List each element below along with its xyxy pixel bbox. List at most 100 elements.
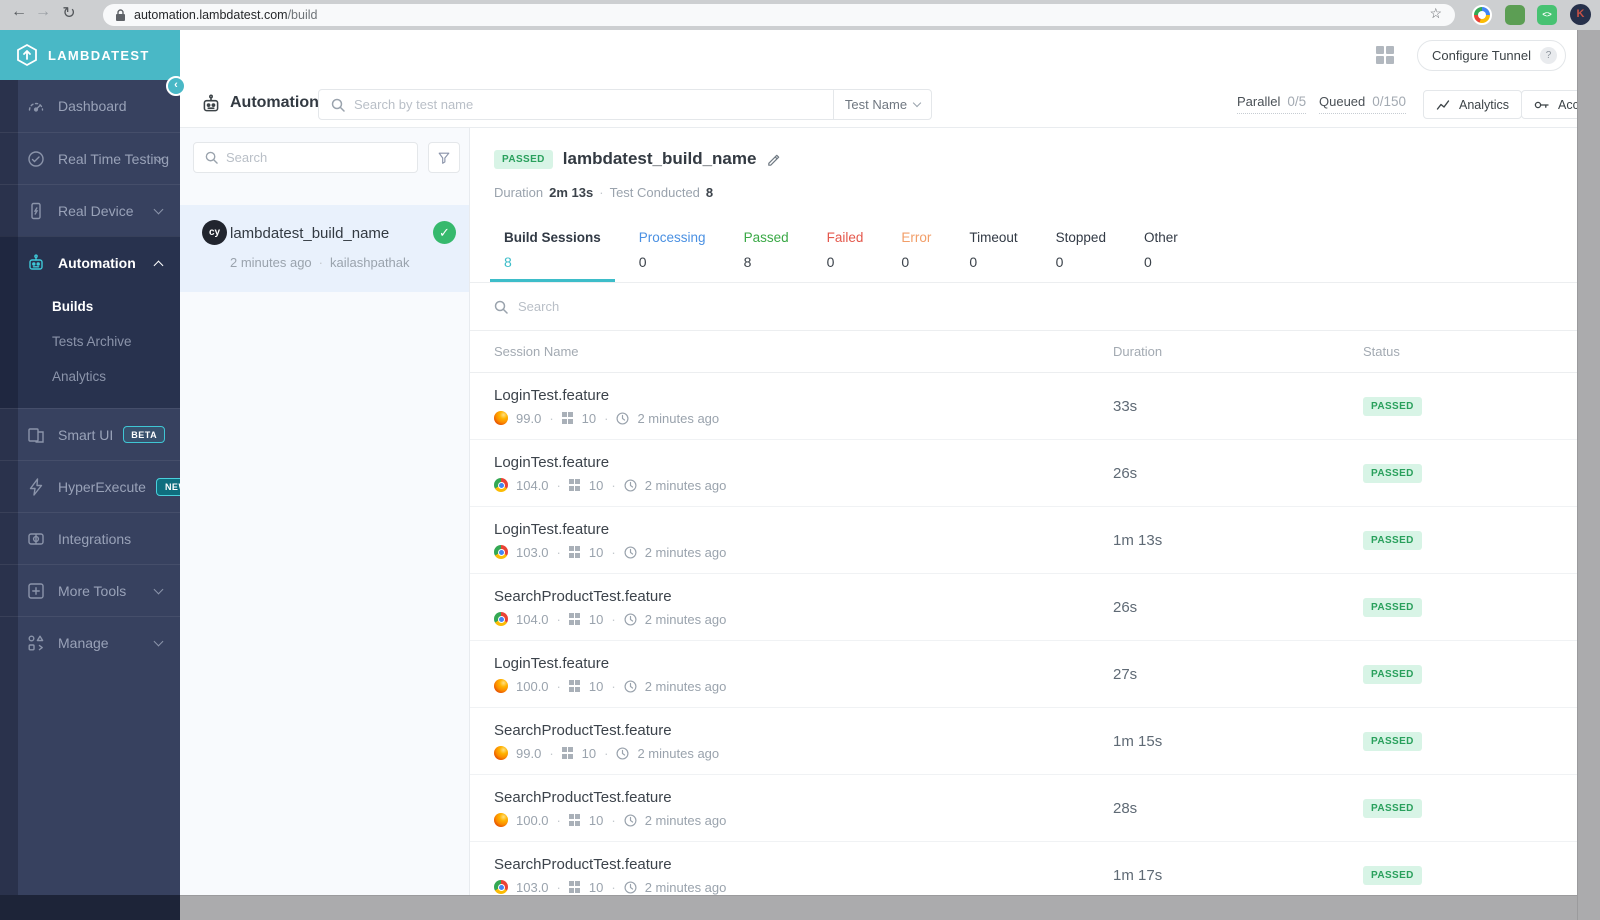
tab-stopped[interactable]: Stopped 0 [1042,222,1120,282]
clock-icon [624,478,637,492]
browser-version: 100.0 [516,678,549,694]
automation-robot-icon [200,93,222,115]
status-badge: PASSED [1363,732,1422,751]
browser-forward-icon[interactable]: → [32,3,54,21]
extension-gauge-icon[interactable] [1472,5,1492,25]
sidebar-item-hyperexecute[interactable]: HyperExecute NEW [0,460,180,512]
table-row[interactable]: SearchProductTest.feature 99.0 10 2 minu… [470,708,1577,775]
chevron-down-icon [912,98,922,108]
tab-other[interactable]: Other 0 [1130,222,1192,282]
sidebar-item-smart-ui[interactable]: Smart UI BETA [0,408,180,460]
table-row[interactable]: SearchProductTest.feature 103.0 10 2 min… [470,842,1577,895]
windows-icon [561,412,574,424]
url-bar[interactable]: automation.lambdatest.com/build [103,4,1455,26]
build-list-panel: cy lambdatest_build_name 2 minutes ago k… [180,128,470,895]
status-badge: PASSED [1363,799,1422,818]
sidebar-item-real-device[interactable]: Real Device [0,184,180,236]
session-table: LoginTest.feature 99.0 10 2 minutes ago … [470,373,1577,895]
table-row[interactable]: SearchProductTest.feature 104.0 10 2 min… [470,574,1577,641]
table-row[interactable]: SearchProductTest.feature 100.0 10 2 min… [470,775,1577,842]
table-row[interactable]: LoginTest.feature 99.0 10 2 minutes ago … [470,373,1577,440]
clock-icon [624,679,637,693]
sidebar-item-builds[interactable]: Builds [0,289,180,324]
filter-button[interactable] [428,142,460,173]
tab-build-sessions[interactable]: Build Sessions 8 [490,222,615,282]
bookmark-star-icon[interactable]: ☆ [1429,5,1442,22]
tab-passed[interactable]: Passed 8 [730,222,803,282]
chevron-down-icon [153,636,164,647]
clock-icon [624,545,637,559]
sidebar-item-real-time-testing[interactable]: Real Time Testing [0,132,180,184]
session-search-input[interactable] [518,299,1577,314]
session-duration: 26s [1113,464,1138,482]
table-row[interactable]: LoginTest.feature 103.0 10 2 minutes ago… [470,507,1577,574]
browser-icon [494,478,508,492]
extension-code-icon[interactable]: <> [1537,5,1557,25]
windows-icon [568,546,581,558]
os-version: 10 [588,678,604,694]
tab-error[interactable]: Error 0 [887,222,945,282]
session-meta: 99.0 10 2 minutes ago [494,746,1113,761]
sidebar-item-more-tools[interactable]: More Tools [0,564,180,616]
windows-icon [568,479,581,491]
key-icon [1534,101,1549,108]
session-search-box [470,283,1577,331]
queued-stat: Queued 0/150 [1319,94,1407,114]
table-row[interactable]: LoginTest.feature 104.0 10 2 minutes ago… [470,440,1577,507]
vertical-scrollbar[interactable] [1577,30,1600,920]
tab-failed[interactable]: Failed 0 [813,222,878,282]
browser-profile-avatar[interactable]: K [1570,4,1591,25]
table-row[interactable]: LoginTest.feature 100.0 10 2 minutes ago… [470,641,1577,708]
browser-icon [494,880,508,894]
extension-icon[interactable] [1505,5,1525,25]
browser-icon [494,813,508,827]
search-scope-select[interactable]: Test Name [833,90,931,119]
session-name: LoginTest.feature [494,654,610,672]
os-version: 10 [588,879,604,895]
status-badge: PASSED [1363,531,1422,550]
build-summary: Duration 2m 13s Test Conducted 8 [494,185,713,200]
browser-version: 99.0 [516,410,542,426]
tab-timeout[interactable]: Timeout 0 [955,222,1031,282]
horizontal-scrollbar[interactable] [180,895,1600,920]
windows-icon [568,814,581,826]
browser-icon [494,746,508,760]
status-badge: PASSED [1363,598,1422,617]
help-icon[interactable]: ? [1540,47,1558,64]
sidebar-item-manage[interactable]: Manage [0,616,180,668]
sidebar-item-automation[interactable]: Automation [0,237,180,289]
edit-pencil-icon[interactable] [766,153,781,168]
apps-grid-icon[interactable] [1376,46,1394,64]
status-badge: PASSED [1363,464,1422,483]
session-name: LoginTest.feature [494,386,610,404]
test-search-input[interactable] [354,97,833,112]
clock-icon [624,813,637,827]
session-name: LoginTest.feature [494,453,610,471]
build-search-input[interactable] [226,150,417,165]
windows-icon [568,613,581,625]
search-icon [494,300,508,314]
sidebar-footer [0,895,180,920]
tab-processing[interactable]: Processing 0 [625,222,720,282]
session-name: SearchProductTest.feature [494,788,672,806]
brand-block: LAMBDATEST [0,30,180,80]
windows-icon [561,747,574,759]
smart-ui-icon [26,425,46,445]
sidebar-item-tests-archive[interactable]: Tests Archive [0,324,180,359]
browser-reload-icon[interactable]: ↻ [58,3,80,23]
build-list-item[interactable]: cy lambdatest_build_name 2 minutes ago k… [180,205,469,292]
sidebar-collapse-button[interactable]: ‹ [166,76,186,96]
sidebar-item-integrations[interactable]: Integrations [0,512,180,564]
test-search-box: Test Name [318,89,932,120]
sidebar-item-dashboard[interactable]: Dashboard [0,80,180,132]
browser-back-icon[interactable]: ← [8,3,30,21]
cypress-avatar: cy [202,220,227,245]
session-meta: 103.0 10 2 minutes ago [494,545,1113,560]
url-domain: automation.lambdatest.com [134,8,288,22]
browser-version: 104.0 [516,611,549,627]
configure-tunnel-button[interactable]: Configure Tunnel ? [1417,40,1567,71]
analytics-button[interactable]: Analytics [1423,90,1523,119]
sidebar-group-automation: Automation Builds Tests Archive Analytic… [0,236,180,408]
session-meta: 100.0 10 2 minutes ago [494,813,1113,828]
sidebar-item-analytics[interactable]: Analytics [0,359,180,394]
